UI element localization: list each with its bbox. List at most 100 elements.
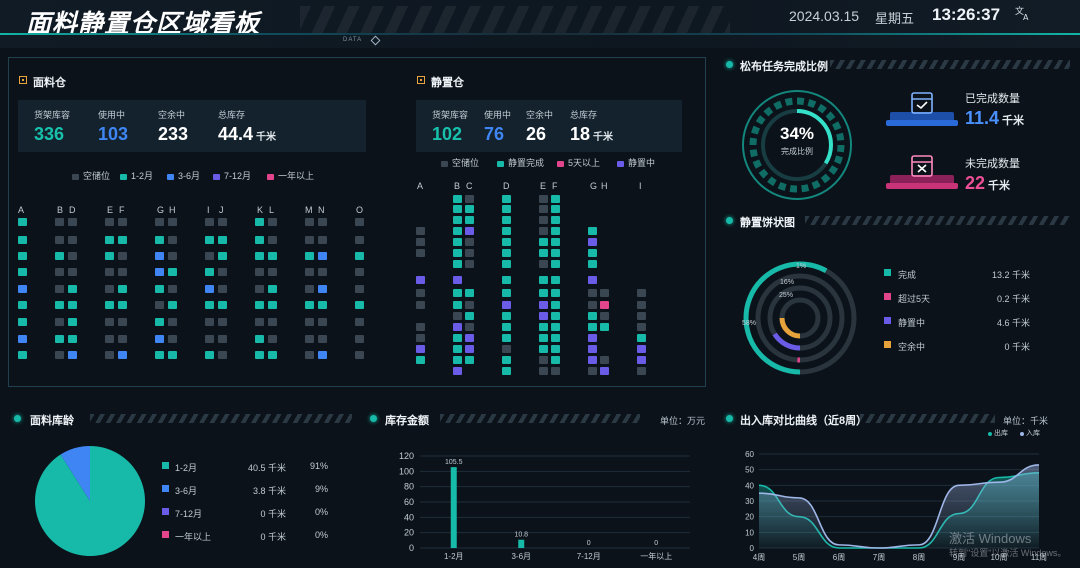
legend-item: 5天以上 (557, 156, 600, 169)
shelf-cell (305, 252, 314, 260)
shelf-cell (551, 260, 560, 268)
shelf-cell (168, 351, 177, 359)
shelf-cell (255, 301, 264, 309)
shelf-cell (588, 323, 597, 331)
shelf-cell (255, 318, 264, 326)
shelf-cell (588, 238, 597, 246)
x-tick-label: 6周 (833, 553, 845, 562)
shelf-cell (155, 301, 164, 309)
shelf-cell (355, 285, 364, 293)
shelf-cell (453, 276, 462, 284)
shelf-cell (355, 318, 364, 326)
column-label: L (269, 205, 275, 215)
shelf-cell (355, 252, 364, 260)
shelf-cell (416, 301, 425, 309)
shelf-cell (355, 335, 364, 343)
shelf-cell (255, 218, 264, 226)
shelf-cell (355, 301, 364, 309)
header-bar: 面料静置仓区域看板 2024.03.15 星期五 13:26:37 文 A DA… (0, 0, 1080, 48)
shelf-cell (465, 312, 474, 320)
shelf-cell (205, 335, 214, 343)
shelf-cell (600, 289, 609, 297)
section-dot-icon (370, 415, 377, 422)
shelf-cell (118, 236, 127, 244)
ring-label: 25% (779, 292, 794, 299)
shelf-cell (551, 334, 560, 342)
shelf-cell (539, 356, 548, 364)
legend-swatch (441, 160, 448, 167)
x-tick-label: 7周 (873, 553, 885, 562)
shelf-cell (539, 345, 548, 353)
y-tick-label: 40 (745, 481, 754, 490)
shelf-cell (453, 367, 462, 375)
shelf-cell (168, 335, 177, 343)
shelf-cell (453, 356, 462, 364)
shelf-cell (255, 335, 264, 343)
done-label: 已完成数量 (965, 93, 1020, 105)
shelf-cell (255, 351, 264, 359)
legend-swatch (884, 269, 891, 276)
legend-label: 1-2月 (131, 171, 154, 181)
shelf-cell (168, 301, 177, 309)
shelf-cell (588, 345, 597, 353)
legend-swatch (72, 173, 79, 180)
shelf-cell (465, 345, 474, 353)
shelf-cell (105, 252, 114, 260)
shelf-cell (55, 252, 64, 260)
shelf-cell (539, 367, 548, 375)
y-tick-label: 50 (745, 466, 754, 475)
shelf-cell (637, 301, 646, 309)
shelf-cell (55, 335, 64, 343)
shelf-cell (318, 285, 327, 293)
age-label: 一年以上 (175, 532, 212, 542)
shelf-cell (218, 252, 227, 260)
column-label: O (356, 205, 364, 215)
shelf-cell (105, 236, 114, 244)
legend-swatch (213, 173, 220, 180)
shelf-cell (637, 356, 646, 364)
x-tick-label: 7-12月 (577, 552, 601, 561)
column-label: K (257, 205, 264, 215)
windows-watermark-hint: 转到"设置"以激活 Windows。 (949, 548, 1067, 558)
y-tick-label: 10 (745, 528, 754, 537)
age-percent: 0% (314, 507, 328, 517)
shelf-cell (539, 249, 548, 257)
shelf-cell (268, 335, 277, 343)
shelf-cell (118, 301, 127, 309)
inout-curve-title: 出入库对比曲线（近8周） (740, 415, 868, 427)
shelf-cell (551, 345, 560, 353)
column-label: H (169, 205, 176, 215)
section-dot-icon (14, 415, 21, 422)
legend-swatch (267, 173, 274, 180)
shelf-cell (453, 301, 462, 309)
shelf-cell (355, 218, 364, 226)
legend-swatch (497, 160, 504, 167)
ring-label: 1% (796, 263, 807, 270)
shelf-cell (155, 218, 164, 226)
shelf-cell (218, 268, 227, 276)
legend-label: 静置完成 (508, 158, 545, 168)
svg-text:A: A (1023, 13, 1029, 22)
legend-label: 3-6月 (178, 171, 201, 181)
shelf-cell (551, 227, 560, 235)
shelf-cell (205, 285, 214, 293)
shelf-cell (600, 356, 609, 364)
shelf-cell (205, 301, 214, 309)
column-label: A (18, 205, 25, 215)
title-hatch (805, 216, 1070, 225)
age-label: 3-6月 (175, 486, 198, 496)
calendar-cross-icon (886, 153, 958, 193)
translate-icon[interactable]: 文 A (1014, 4, 1032, 22)
shelf-cell (118, 318, 127, 326)
shelf-cell (588, 227, 597, 235)
title-hatch (440, 414, 640, 423)
shelf-cell (118, 268, 127, 276)
shelf-cell (355, 236, 364, 244)
shelf-cell (416, 356, 425, 364)
age-value: 3.8 千米 (252, 486, 286, 496)
stat-label: 空余中 (158, 110, 186, 120)
shelf-cell (465, 249, 474, 257)
completion-ring (742, 90, 852, 200)
shelf-cell (502, 312, 511, 320)
shelf-cell (416, 334, 425, 342)
